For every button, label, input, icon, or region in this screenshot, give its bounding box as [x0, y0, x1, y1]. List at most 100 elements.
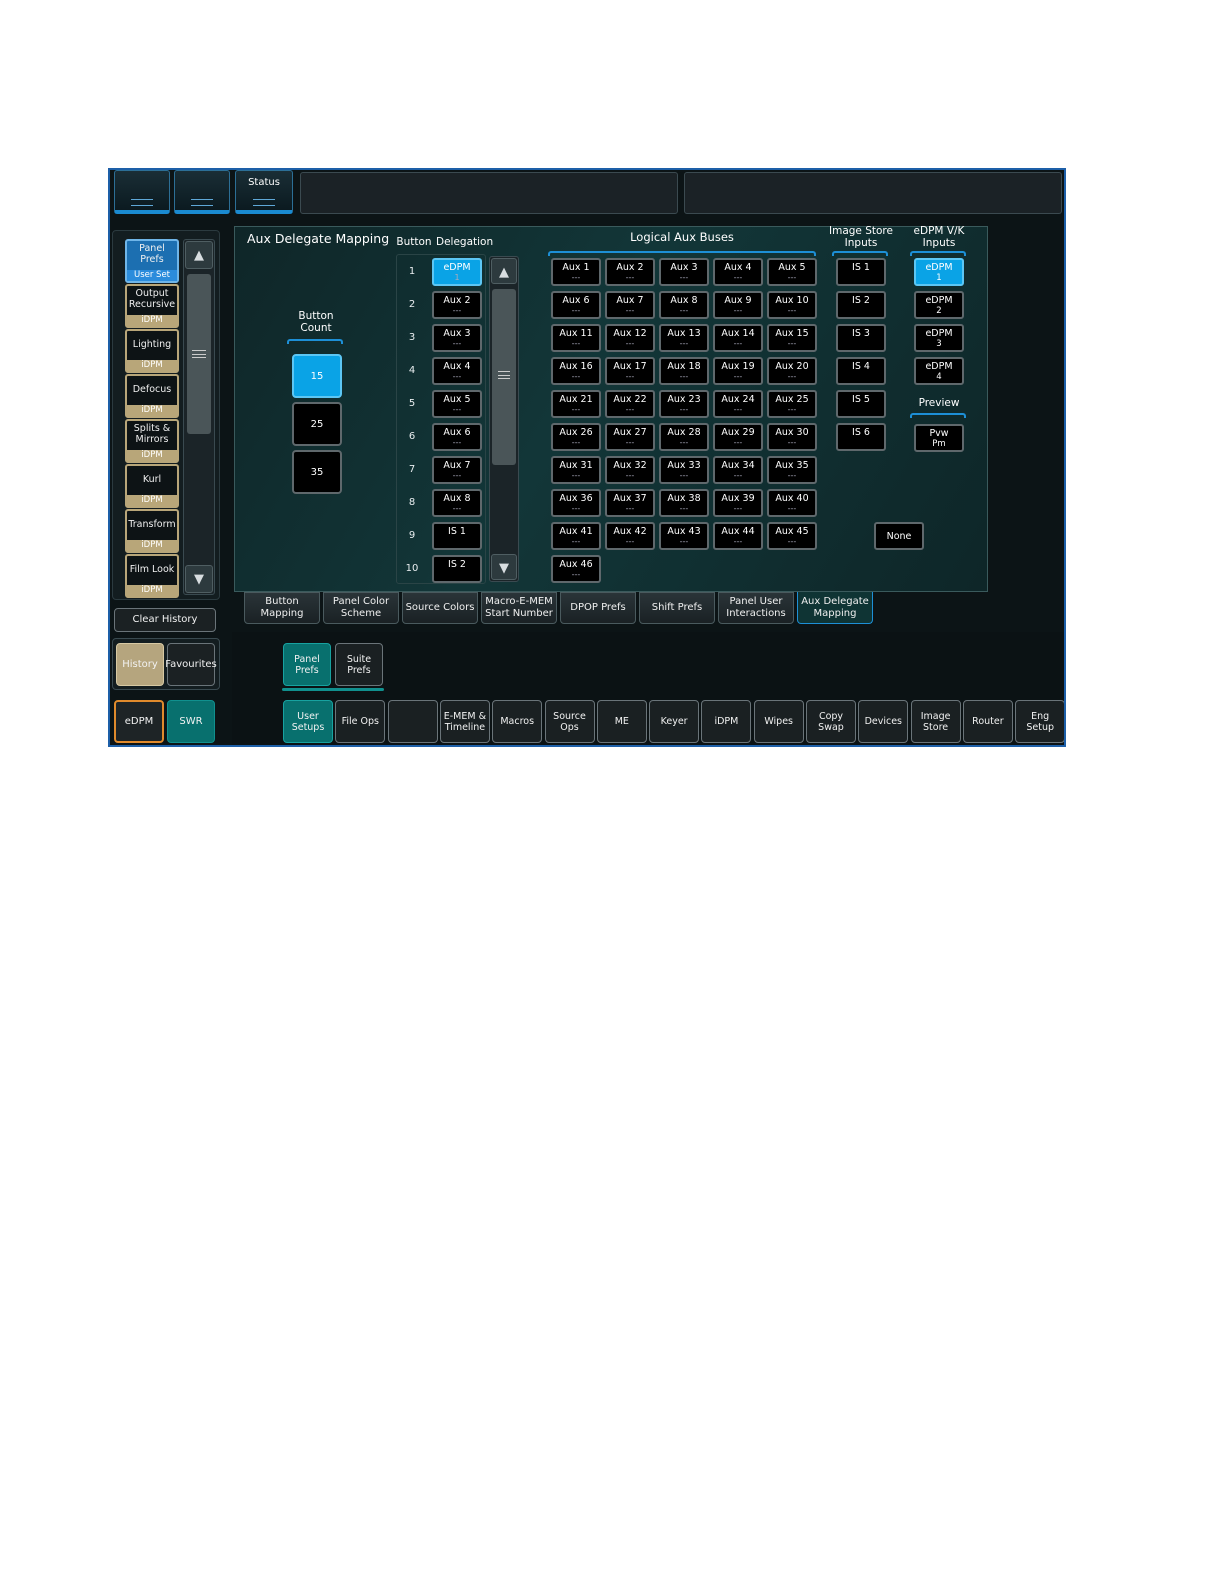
edpm-input-button[interactable]: eDPM 3 [914, 324, 964, 352]
bottom-menu-button[interactable]: ME [596, 700, 647, 743]
aux-bus-button[interactable]: Aux 39 --- [713, 489, 763, 517]
aux-bus-button[interactable]: Aux 11 --- [551, 324, 601, 352]
tab-button[interactable]: Button Mapping [244, 592, 320, 624]
delegation-scrollbar[interactable]: ▲ ▼ [489, 256, 519, 582]
button-count-option[interactable]: 15 [292, 354, 342, 398]
aux-bus-button[interactable]: Aux 7 --- [605, 291, 655, 319]
delegation-button[interactable]: Aux 6 --- [432, 423, 482, 451]
aux-bus-button[interactable]: Aux 18 --- [659, 357, 709, 385]
bottom-menu-button[interactable]: Devices [858, 700, 909, 743]
history-item[interactable]: Film Look iDPM [125, 554, 179, 598]
delegation-button[interactable]: Aux 2 --- [432, 291, 482, 319]
aux-bus-button[interactable]: Aux 1 --- [551, 258, 601, 286]
aux-bus-button[interactable]: Aux 5 --- [767, 258, 817, 286]
bottom-menu-button[interactable]: Copy Swap [806, 700, 856, 743]
aux-bus-button[interactable]: Aux 8 --- [659, 291, 709, 319]
bottom-menu-button[interactable]: Eng Setup [1015, 700, 1064, 743]
aux-bus-button[interactable]: Aux 32 --- [605, 456, 655, 484]
scroll-down-button[interactable]: ▼ [185, 565, 213, 593]
aux-bus-button[interactable]: Aux 43 --- [659, 522, 709, 550]
bottom-menu-button[interactable]: Image Store [910, 700, 961, 743]
history-item[interactable]: Transform iDPM [125, 509, 179, 553]
history-item[interactable]: Splits & Mirrors iDPM [125, 419, 179, 463]
bottom-menu-button[interactable] [387, 700, 438, 743]
aux-bus-button[interactable]: Aux 19 --- [713, 357, 763, 385]
edpm-button[interactable]: eDPM [114, 700, 164, 743]
history-item[interactable]: Output Recursive iDPM [125, 284, 179, 328]
bottom-menu-button[interactable]: User Setups [283, 700, 333, 743]
bottom-menu-button[interactable]: Keyer [649, 700, 700, 743]
aux-bus-button[interactable]: Aux 21 --- [551, 390, 601, 418]
top-button-1[interactable] [114, 170, 170, 214]
top-button-2[interactable] [174, 170, 230, 214]
aux-bus-button[interactable]: Aux 13 --- [659, 324, 709, 352]
image-store-button[interactable]: IS 4 [836, 357, 886, 385]
tab-button[interactable]: DPOP Prefs [560, 592, 636, 624]
delegation-button[interactable]: Aux 4 --- [432, 357, 482, 385]
tab-button[interactable]: Macro-E-MEM Start Number [481, 592, 557, 624]
aux-bus-button[interactable]: Aux 37 --- [605, 489, 655, 517]
subtab-button[interactable]: Suite Prefs [335, 643, 383, 686]
aux-bus-button[interactable]: Aux 25 --- [767, 390, 817, 418]
bottom-menu-button[interactable]: Wipes [753, 700, 804, 743]
history-scrollbar[interactable]: ▲ ▼ [183, 239, 215, 595]
aux-bus-button[interactable]: Aux 2 --- [605, 258, 655, 286]
bottom-menu-button[interactable]: E-MEM & Timeline [439, 700, 490, 743]
bottom-menu-button[interactable]: iDPM [701, 700, 752, 743]
aux-bus-button[interactable]: Aux 35 --- [767, 456, 817, 484]
delegation-button[interactable]: IS 2 [432, 555, 482, 583]
aux-bus-button[interactable]: Aux 22 --- [605, 390, 655, 418]
none-button[interactable]: None [874, 522, 924, 550]
aux-bus-button[interactable]: Aux 12 --- [605, 324, 655, 352]
image-store-button[interactable]: IS 1 [836, 258, 886, 286]
edpm-input-button[interactable]: eDPM 2 [914, 291, 964, 319]
aux-bus-button[interactable]: Aux 28 --- [659, 423, 709, 451]
delegation-button[interactable]: Aux 7 --- [432, 456, 482, 484]
edpm-input-button[interactable]: eDPM 4 [914, 357, 964, 385]
aux-bus-button[interactable]: Aux 44 --- [713, 522, 763, 550]
aux-bus-button[interactable]: Aux 26 --- [551, 423, 601, 451]
aux-bus-button[interactable]: Aux 31 --- [551, 456, 601, 484]
tab-button[interactable]: Aux Delegate Mapping [797, 592, 873, 624]
history-item[interactable]: Lighting iDPM [125, 329, 179, 373]
aux-bus-button[interactable]: Aux 30 --- [767, 423, 817, 451]
aux-bus-button[interactable]: Aux 46 --- [551, 555, 601, 583]
aux-bus-button[interactable]: Aux 3 --- [659, 258, 709, 286]
aux-bus-button[interactable]: Aux 23 --- [659, 390, 709, 418]
delegation-button[interactable]: Aux 8 --- [432, 489, 482, 517]
bottom-menu-button[interactable]: Macros [492, 700, 543, 743]
clear-history-button[interactable]: Clear History [114, 608, 216, 632]
favourites-button[interactable]: Favourites [165, 643, 217, 686]
tab-button[interactable]: Shift Prefs [639, 592, 715, 624]
aux-bus-button[interactable]: Aux 6 --- [551, 291, 601, 319]
status-button[interactable]: Status [235, 170, 293, 214]
tab-button[interactable]: Panel User Interactions [718, 592, 794, 624]
aux-bus-button[interactable]: Aux 40 --- [767, 489, 817, 517]
bottom-menu-button[interactable]: Source Ops [544, 700, 595, 743]
aux-bus-button[interactable]: Aux 17 --- [605, 357, 655, 385]
aux-bus-button[interactable]: Aux 33 --- [659, 456, 709, 484]
aux-bus-button[interactable]: Aux 34 --- [713, 456, 763, 484]
tab-button[interactable]: Panel Color Scheme [323, 592, 399, 624]
aux-bus-button[interactable]: Aux 45 --- [767, 522, 817, 550]
image-store-button[interactable]: IS 5 [836, 390, 886, 418]
swr-button[interactable]: SWR [167, 700, 215, 743]
delegation-scroll-down-button[interactable]: ▼ [491, 554, 517, 580]
aux-bus-button[interactable]: Aux 24 --- [713, 390, 763, 418]
image-store-button[interactable]: IS 3 [836, 324, 886, 352]
image-store-button[interactable]: IS 6 [836, 423, 886, 451]
aux-bus-button[interactable]: Aux 27 --- [605, 423, 655, 451]
aux-bus-button[interactable]: Aux 9 --- [713, 291, 763, 319]
delegation-button[interactable]: eDPM 1 [432, 258, 482, 286]
aux-bus-button[interactable]: Aux 10 --- [767, 291, 817, 319]
aux-bus-button[interactable]: Aux 29 --- [713, 423, 763, 451]
aux-bus-button[interactable]: Aux 4 --- [713, 258, 763, 286]
history-item[interactable]: Defocus iDPM [125, 374, 179, 418]
bottom-menu-button[interactable]: File Ops [335, 700, 386, 743]
aux-bus-button[interactable]: Aux 36 --- [551, 489, 601, 517]
button-count-option[interactable]: 35 [292, 450, 342, 494]
history-button[interactable]: History [116, 643, 164, 686]
tab-button[interactable]: Source Colors [402, 592, 478, 624]
aux-bus-button[interactable]: Aux 14 --- [713, 324, 763, 352]
preview-button[interactable]: Pvw Pm [914, 424, 964, 452]
